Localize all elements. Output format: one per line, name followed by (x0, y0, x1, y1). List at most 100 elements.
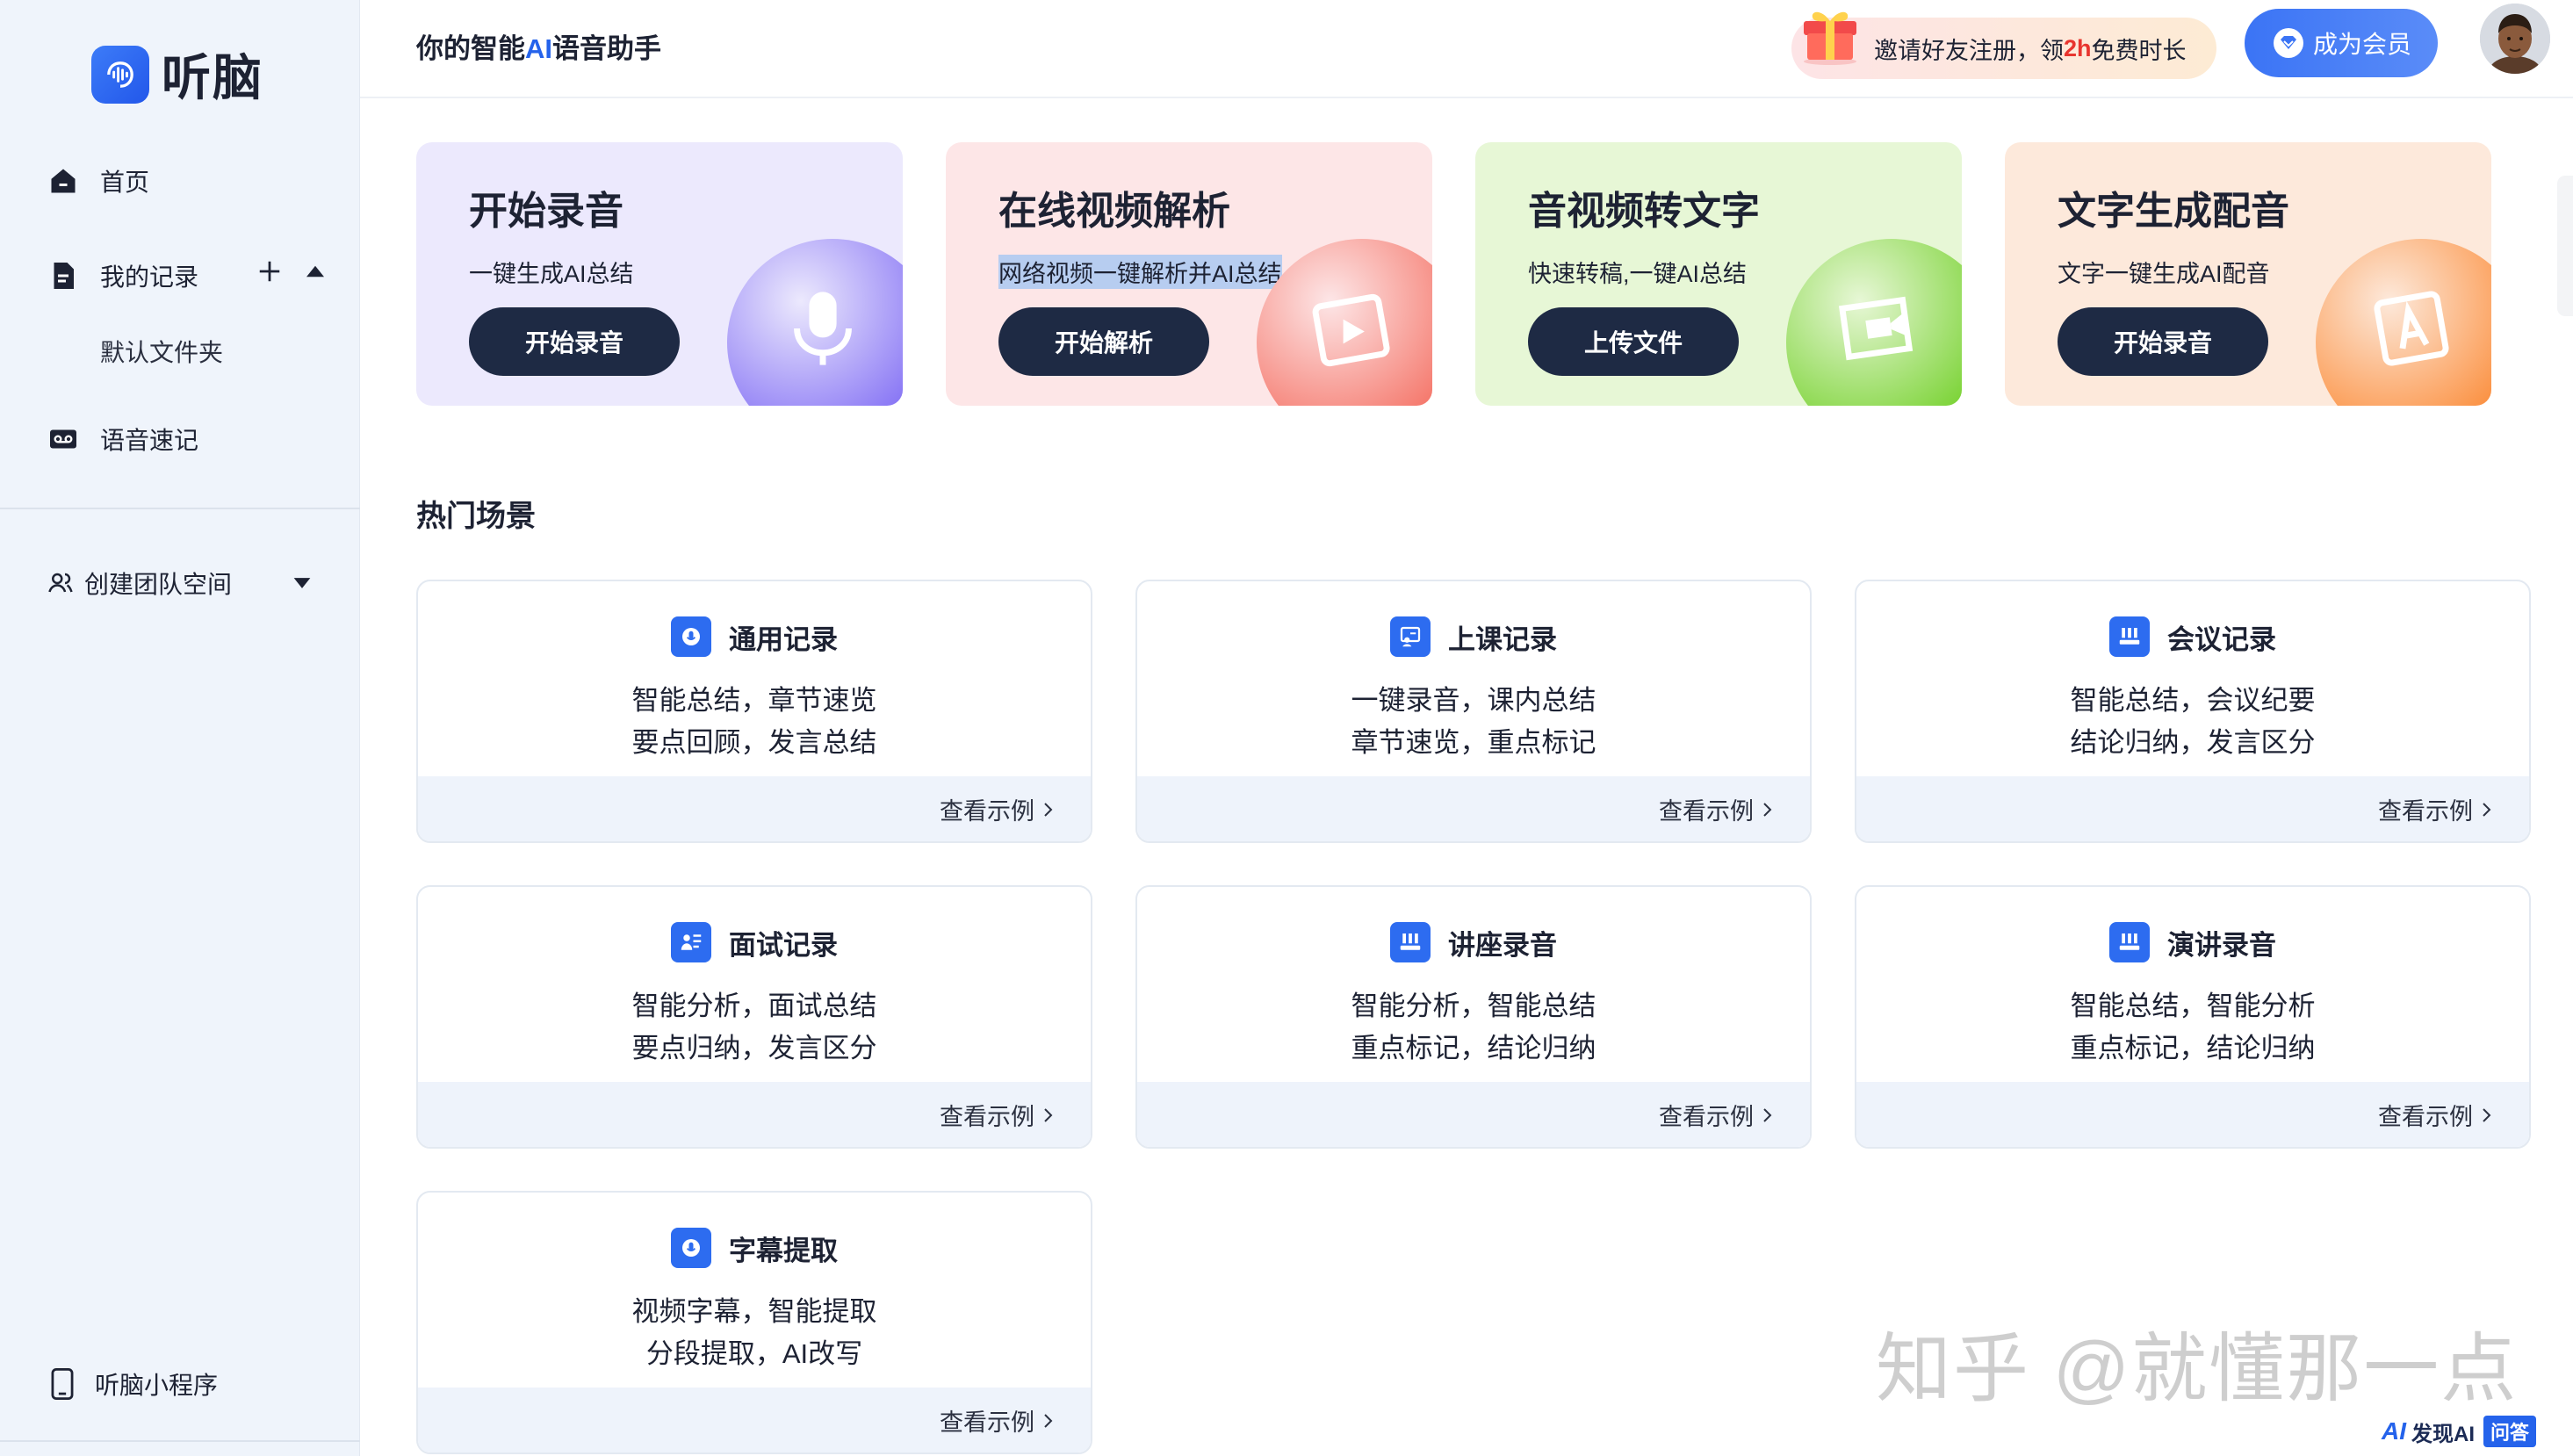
feature-desc: 网络视频一键解析并AI总结 (998, 255, 1282, 289)
feature-blob (1786, 239, 1962, 406)
interview-icon (671, 922, 711, 962)
logo-icon (91, 45, 149, 104)
brand-name: 发现AI (2411, 1422, 2475, 1446)
scene-card-general[interactable]: 通用记录 智能总结，章节速览 要点回顾，发言总结 查看示例 (416, 580, 1092, 843)
view-example-label: 查看示例 (1659, 1104, 1754, 1130)
view-example-label: 查看示例 (1659, 798, 1754, 825)
sidebar-item-label: 我的记录 (100, 263, 199, 291)
scene-header: 字幕提取 (418, 1228, 1091, 1268)
brand-badge: AI 发现AI 问答 (2382, 1416, 2537, 1447)
become-member-label: 成为会员 (2312, 31, 2411, 58)
view-example-link[interactable]: 查看示例 (2378, 1098, 2494, 1132)
feature-desc: 快速转稿,一键AI总结 (1528, 261, 1748, 287)
chevron-right-icon (1044, 1107, 1053, 1122)
view-example-link[interactable]: 查看示例 (940, 1403, 1056, 1438)
scene-title: 通用记录 (729, 623, 838, 655)
sidebar-item-label: 首页 (100, 169, 150, 196)
scene-line-2: 重点标记，结论归纳 (1351, 1033, 1596, 1063)
mini-program-link[interactable]: 听脑小程序 (49, 1366, 218, 1402)
scene-card-speech[interactable]: 演讲录音 智能总结，智能分析 重点标记，结论归纳 查看示例 (1855, 885, 2531, 1149)
home-icon (51, 169, 76, 193)
scene-card-interview[interactable]: 面试记录 智能分析，面试总结 要点归纳，发言区分 查看示例 (416, 885, 1092, 1149)
gift-icon (1804, 11, 1856, 65)
document-icon (54, 263, 74, 289)
feature-blob (2316, 239, 2491, 406)
start-record-button[interactable]: 开始录音 (469, 307, 680, 376)
scene-line-1: 视频字幕，智能提取 (631, 1296, 877, 1327)
view-example-link[interactable]: 查看示例 (2378, 792, 2494, 826)
scene-title: 会议记录 (2167, 623, 2276, 655)
view-example-link[interactable]: 查看示例 (1659, 1098, 1775, 1132)
avatar[interactable] (2480, 4, 2550, 74)
start-dub-button[interactable]: 开始录音 (2058, 307, 2268, 376)
feature-desc: 一键生成AI总结 (469, 261, 634, 287)
scene-header: 会议记录 (1856, 616, 2529, 657)
chevron-right-icon (2483, 1107, 2491, 1122)
feature-card-record[interactable]: 开始录音 一键生成AI总结 开始录音 (416, 142, 903, 406)
invite-highlight: 2h (2064, 34, 2092, 61)
view-example-label: 查看示例 (940, 1104, 1034, 1130)
view-example-link[interactable]: 查看示例 (940, 1098, 1056, 1132)
upload-file-button[interactable]: 上传文件 (1528, 307, 1739, 376)
records-actions (256, 258, 348, 285)
sidebar-bottom-divider (0, 1440, 360, 1442)
team-space-dropdown[interactable]: 创建团队空间 (47, 566, 314, 601)
become-member-button[interactable]: 成为会员 (2245, 9, 2438, 77)
tagline-ai: AI (525, 33, 552, 64)
team-icon (48, 573, 73, 593)
view-example-link[interactable]: 查看示例 (1659, 792, 1775, 826)
scene-header: 讲座录音 (1137, 922, 1810, 962)
feature-blob (1257, 239, 1432, 406)
view-example-label: 查看示例 (2378, 1104, 2473, 1130)
scene-card-lecture[interactable]: 讲座录音 智能分析，智能总结 重点标记，结论归纳 查看示例 (1135, 885, 1812, 1149)
app-name: 听脑 (162, 50, 263, 105)
brand-tag: 问答 (2483, 1416, 2537, 1447)
classroom-icon (1390, 616, 1431, 657)
scene-footer: 查看示例 (418, 1082, 1091, 1147)
scene-title: 上课记录 (1448, 623, 1557, 655)
scene-footer: 查看示例 (1856, 1082, 2529, 1147)
scene-line-2: 分段提取，AI改写 (645, 1338, 863, 1369)
invite-prefix: 邀请好友注册，领 (1874, 37, 2064, 64)
scene-title: 讲座录音 (1448, 929, 1557, 961)
phone-icon (51, 1368, 74, 1400)
scene-card-subtitle[interactable]: 字幕提取 视频字幕，智能提取 分段提取，AI改写 查看示例 (416, 1191, 1092, 1454)
sidebar: 听脑 首页 我的记录 默认文件夹 语音速记 创建团队空间 听脑小程序 (0, 0, 360, 1456)
feature-card-video-parse[interactable]: 在线视频解析 网络视频一键解析并AI总结 开始解析 (946, 142, 1432, 406)
app-logo[interactable]: 听脑 (91, 39, 263, 110)
scene-line-1: 智能分析，智能总结 (1351, 991, 1596, 1021)
start-parse-button[interactable]: 开始解析 (998, 307, 1209, 376)
scene-card-meeting[interactable]: 会议记录 智能总结，会议纪要 结论归纳，发言区分 查看示例 (1855, 580, 2531, 843)
member-badge-icon (2273, 28, 2303, 58)
video-camera-icon (1838, 296, 1914, 361)
scroll-edge (2557, 176, 2573, 316)
sidebar-item-label: 语音速记 (100, 427, 199, 454)
add-folder-icon[interactable] (256, 258, 283, 285)
feature-title: 音视频转文字 (1528, 190, 1760, 233)
brand-ai: AI (2382, 1417, 2406, 1445)
sidebar-item-records[interactable]: 我的记录 (47, 258, 198, 293)
scene-line-1: 智能总结，智能分析 (2070, 991, 2316, 1021)
scene-card-class[interactable]: 上课记录 一键录音，课内总结 章节速览，重点标记 查看示例 (1135, 580, 1812, 843)
view-example-link[interactable]: 查看示例 (940, 792, 1056, 826)
scene-footer: 查看示例 (418, 1388, 1091, 1452)
tagline-suffix: 语音助手 (552, 33, 661, 64)
scene-header: 上课记录 (1137, 616, 1810, 657)
sidebar-item-home[interactable]: 首页 (47, 163, 149, 198)
feature-card-transcribe[interactable]: 音视频转文字 快速转稿,一键AI总结 上传文件 (1475, 142, 1962, 406)
scene-line-2: 章节速览，重点标记 (1351, 727, 1596, 758)
scene-line-1: 一键录音，课内总结 (1351, 685, 1596, 716)
scene-header: 演讲录音 (1856, 922, 2529, 962)
caret-down-icon (293, 578, 311, 588)
chevron-right-icon (1763, 1107, 1772, 1122)
sidebar-item-voice-memo[interactable]: 语音速记 (47, 422, 198, 457)
sidebar-item-default-folder[interactable]: 默认文件夹 (100, 334, 223, 369)
video-play-icon (1312, 293, 1390, 367)
voicemail-icon (50, 429, 76, 449)
scene-footer: 查看示例 (418, 776, 1091, 841)
feature-title: 文字生成配音 (2058, 190, 2289, 233)
subtitle-icon (671, 1228, 711, 1268)
watermark-text: 知乎 @就懂那一点 (1876, 1327, 2519, 1411)
feature-card-tts[interactable]: 文字生成配音 文字一键生成AI配音 开始录音 (2005, 142, 2491, 406)
caret-up-icon[interactable] (302, 258, 328, 285)
